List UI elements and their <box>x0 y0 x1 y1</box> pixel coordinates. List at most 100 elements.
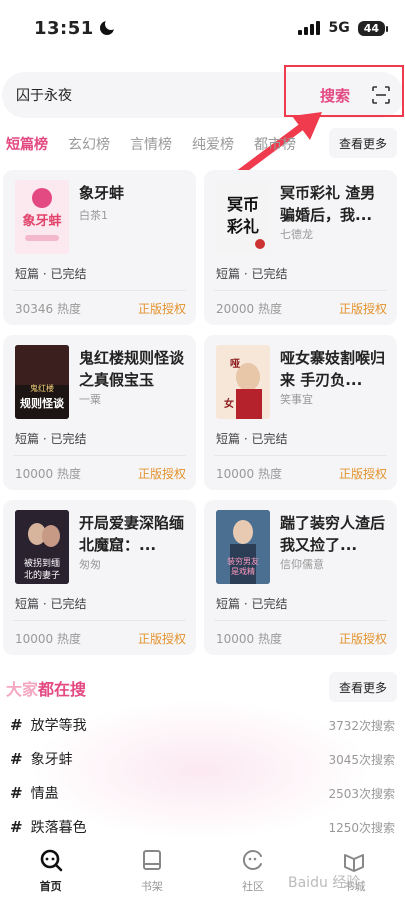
book-cover[interactable]: 哑 女 <box>216 345 270 419</box>
trending-item[interactable]: # 象牙蚌 3045次搜索 <box>0 744 405 774</box>
book-title[interactable]: 鬼红楼规则怪谈之真假宝玉 <box>79 347 187 391</box>
book-author: 笑事宜 <box>280 393 313 406</box>
book-cover-art: 哑 女 <box>216 345 270 419</box>
book-card[interactable]: 鬼红楼 规则怪谈 鬼红楼规则怪谈之真假宝玉 一粟 短篇 · 已完结 10000 … <box>3 335 196 490</box>
book-cover-art: 被拐到缅 北的妻子 <box>15 510 69 584</box>
book-meta: 短篇 · 已完结 <box>15 597 87 611</box>
book-cover-art: 冥币 彩礼 <box>216 180 270 254</box>
license-badge: 正版授权 <box>137 302 186 316</box>
book-heat: 10000 热度 <box>216 632 282 646</box>
trending-label[interactable]: 跌落暮色 <box>31 817 329 837</box>
bookshelf-icon <box>142 850 161 870</box>
trending-more-button[interactable]: 查看更多 <box>328 672 397 702</box>
tab-urban[interactable]: 都市榜 <box>254 134 296 154</box>
svg-text:被拐到缅: 被拐到缅 <box>24 557 60 569</box>
search-button[interactable]: 搜索 <box>320 85 350 106</box>
tab-bl[interactable]: 纯爱榜 <box>192 134 234 154</box>
trending-title: 大家都在搜 <box>6 680 87 699</box>
book-card[interactable]: 装穷男友 是戏精 踹了装穷人渣后 我又捡了... 信仰儒意 短篇 · 已完结 1… <box>204 500 397 655</box>
status-time: 13:51 <box>34 18 117 39</box>
divider <box>13 620 186 621</box>
book-author: 七德龙 <box>280 228 313 241</box>
book-card[interactable]: 哑 女 哑女寨妓割喉归来 手刃负... 笑事宜 短篇 · 已完结 10000 热… <box>204 335 397 490</box>
divider <box>214 620 387 621</box>
book-heat: 10000 热度 <box>216 467 282 481</box>
license-badge: 正版授权 <box>338 467 387 481</box>
book-title[interactable]: 开局爱妻深陷缅北魔窟：... <box>79 512 187 556</box>
tab-short[interactable]: 短篇榜 <box>6 134 48 154</box>
license-badge: 正版授权 <box>338 632 387 646</box>
svg-text:哑: 哑 <box>230 358 240 370</box>
divider <box>214 455 387 456</box>
tab-romance[interactable]: 言情榜 <box>130 134 172 154</box>
book-heat: 20000 热度 <box>216 302 282 316</box>
trending-count: 3045次搜索 <box>328 752 395 767</box>
svg-text:北的妻子: 北的妻子 <box>24 569 60 581</box>
license-badge: 正版授权 <box>137 467 186 481</box>
svg-text:象牙蚌: 象牙蚌 <box>22 213 61 229</box>
book-meta: 短篇 · 已完结 <box>216 597 288 611</box>
svg-text:鬼红楼: 鬼红楼 <box>30 383 54 393</box>
book-cover-art: 鬼红楼 规则怪谈 <box>15 345 69 419</box>
nav-label: 社区 <box>242 880 265 893</box>
book-title[interactable]: 哑女寨妓割喉归来 手刃负... <box>280 347 388 391</box>
search-bar[interactable]: 囚于永夜 搜索 <box>2 72 404 118</box>
book-meta: 短篇 · 已完结 <box>15 432 87 446</box>
nav-bookshelf[interactable]: 书架 <box>112 848 192 918</box>
trending-label[interactable]: 放学等我 <box>31 715 329 735</box>
book-cover-art: 装穷男友 是戏精 <box>216 510 270 584</box>
trending-count: 2503次搜索 <box>328 786 395 801</box>
trending-item[interactable]: # 放学等我 3732次搜索 <box>0 710 405 740</box>
svg-text:彩礼: 彩礼 <box>226 217 259 236</box>
divider <box>13 455 186 456</box>
hash-icon: # <box>10 716 23 734</box>
tabs-more-button[interactable]: 查看更多 <box>328 128 397 158</box>
divider <box>214 290 387 291</box>
book-cover[interactable]: 鬼红楼 规则怪谈 <box>15 345 69 419</box>
book-title[interactable]: 踹了装穷人渣后 我又捡了... <box>280 512 388 556</box>
book-meta: 短篇 · 已完结 <box>216 267 288 281</box>
book-cover[interactable]: 装穷男友 是戏精 <box>216 510 270 584</box>
hash-icon: # <box>10 750 23 768</box>
nav-home[interactable]: 首页 <box>11 848 91 918</box>
book-card[interactable]: 被拐到缅 北的妻子 开局爱妻深陷缅北魔窟：... 匆匆 短篇 · 已完结 100… <box>3 500 196 655</box>
signal-icon <box>298 21 321 35</box>
nav-label: 书架 <box>140 880 163 893</box>
book-cover-art: 象牙蚌 <box>15 180 69 254</box>
book-heat: 10000 热度 <box>15 467 81 481</box>
book-card[interactable]: 冥币 彩礼 冥币彩礼 渣男骗婚后，我... 七德龙 短篇 · 已完结 20000… <box>204 170 397 325</box>
trending-label[interactable]: 情蛊 <box>31 783 329 803</box>
trending-count: 3732次搜索 <box>328 718 395 733</box>
watermark-text: Baidu 经验 <box>288 875 361 891</box>
svg-text:装穷男友: 装穷男友 <box>227 556 259 566</box>
book-card[interactable]: 象牙蚌 象牙蚌 白茶1 短篇 · 已完结 30346 热度 正版授权 <box>3 170 196 325</box>
battery-icon: 44 <box>357 20 389 36</box>
book-author: 白茶1 <box>79 209 108 222</box>
book-heat: 10000 热度 <box>15 632 81 646</box>
divider <box>13 290 186 291</box>
book-cover[interactable]: 冥币 彩礼 <box>216 180 270 254</box>
community-icon <box>243 850 263 870</box>
book-title[interactable]: 冥币彩礼 渣男骗婚后，我... <box>280 182 388 226</box>
svg-text:女: 女 <box>224 397 234 410</box>
book-title[interactable]: 象牙蚌 <box>79 182 187 204</box>
trending-item[interactable]: # 跌落暮色 1250次搜索 <box>0 812 405 842</box>
license-badge: 正版授权 <box>137 632 186 646</box>
tab-fantasy[interactable]: 玄幻榜 <box>68 134 110 154</box>
book-author: 一粟 <box>79 393 101 406</box>
trending-item[interactable]: # 情蛊 2503次搜索 <box>0 778 405 808</box>
book-cover[interactable]: 象牙蚌 <box>15 180 69 254</box>
book-cover[interactable]: 被拐到缅 北的妻子 <box>15 510 69 584</box>
trending-count: 1250次搜索 <box>328 820 395 835</box>
status-bar: 13:51 5G 44 <box>0 0 405 56</box>
book-meta: 短篇 · 已完结 <box>216 432 288 446</box>
book-author: 信仰儒意 <box>280 558 324 571</box>
nav-community[interactable]: 社区 <box>213 848 293 918</box>
search-input[interactable]: 囚于永夜 <box>16 85 320 105</box>
license-badge: 正版授权 <box>338 302 387 316</box>
trending-label[interactable]: 象牙蚌 <box>31 749 329 769</box>
network-label: 5G <box>328 20 350 36</box>
nav-label: 首页 <box>39 880 62 893</box>
book-author: 匆匆 <box>79 558 101 571</box>
scan-icon[interactable] <box>372 86 390 104</box>
